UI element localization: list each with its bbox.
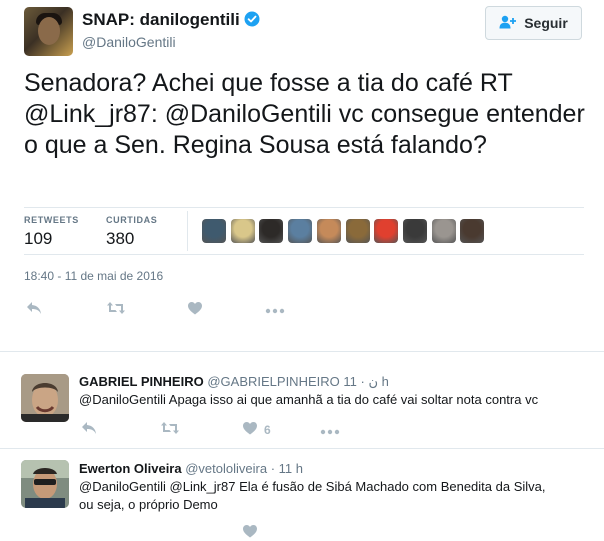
reply-separator: · bbox=[360, 374, 365, 389]
verified-badge-icon bbox=[244, 11, 260, 32]
reply-author-username[interactable]: @GABRIELPINHEIRO bbox=[207, 374, 339, 389]
stats-top-divider bbox=[24, 207, 584, 208]
reply-icon bbox=[26, 301, 42, 318]
liker-avatar[interactable] bbox=[231, 219, 255, 243]
reply-avatar[interactable] bbox=[21, 374, 69, 422]
reply-text-line-1: @DaniloGentili @Link_jr87 Ela é fusão de… bbox=[79, 479, 546, 494]
liker-avatar[interactable] bbox=[432, 219, 456, 243]
reply-separator: · bbox=[270, 461, 276, 476]
liker-avatar[interactable] bbox=[288, 219, 312, 243]
retweet-icon bbox=[160, 421, 180, 438]
reply-time[interactable]: 11 h bbox=[343, 374, 388, 389]
display-name-text: SNAP: danilogentili bbox=[82, 10, 240, 29]
reply-author-symbol: ن bbox=[368, 374, 379, 389]
retweet-button[interactable] bbox=[106, 301, 126, 318]
more-icon bbox=[320, 424, 340, 438]
liker-avatar[interactable] bbox=[259, 219, 283, 243]
reply-like-button[interactable]: 6 bbox=[242, 421, 271, 438]
reply-text: @DaniloGentili Apaga isso ai que amanhã … bbox=[79, 392, 539, 407]
tweet-timestamp[interactable]: 18:40 - 11 de mai de 2016 bbox=[24, 269, 163, 283]
reply-like-button[interactable] bbox=[242, 524, 258, 541]
liker-avatar[interactable] bbox=[346, 219, 370, 243]
liker-avatar[interactable] bbox=[374, 219, 398, 243]
reply-reply-button[interactable] bbox=[81, 421, 97, 438]
author-avatar[interactable] bbox=[24, 7, 73, 56]
reply-divider bbox=[0, 448, 604, 449]
liker-avatar[interactable] bbox=[460, 219, 484, 243]
reply-header: Ewerton Oliveira @vetololiveira · 11 h bbox=[79, 461, 303, 476]
like-icon bbox=[242, 524, 258, 541]
likes-label: CURTIDAS bbox=[106, 215, 158, 225]
reply-avatar[interactable] bbox=[21, 460, 69, 508]
reply-more-button[interactable] bbox=[320, 424, 340, 438]
author-username[interactable]: @DaniloGentili bbox=[82, 34, 176, 50]
reply-time[interactable]: 11 h bbox=[279, 461, 303, 476]
like-icon bbox=[187, 301, 203, 318]
retweets-label: RETWEETS bbox=[24, 215, 79, 225]
reply-button[interactable] bbox=[26, 301, 42, 318]
reply-text-line-2: ou seja, o próprio Demo bbox=[79, 497, 218, 512]
retweet-icon bbox=[106, 301, 126, 318]
reply-header: GABRIEL PINHEIRO @GABRIELPINHEIRO ن · 11… bbox=[79, 374, 389, 390]
author-display-name[interactable]: SNAP: danilogentili bbox=[82, 10, 260, 32]
reply-like-count: 6 bbox=[264, 422, 271, 437]
like-button[interactable] bbox=[187, 301, 203, 318]
add-user-icon bbox=[499, 15, 517, 32]
liker-avatar[interactable] bbox=[317, 219, 341, 243]
retweets-count[interactable]: 109 bbox=[24, 229, 52, 249]
liker-avatar[interactable] bbox=[403, 219, 427, 243]
reply-retweet-button[interactable] bbox=[160, 421, 180, 438]
liker-avatar[interactable] bbox=[202, 219, 226, 243]
like-icon bbox=[242, 421, 258, 438]
reply-author-username[interactable]: @vetololiveira bbox=[185, 461, 267, 476]
follow-button[interactable]: Seguir bbox=[485, 6, 582, 40]
likes-count[interactable]: 380 bbox=[106, 229, 134, 249]
reply-author-name[interactable]: GABRIEL PINHEIRO bbox=[79, 374, 204, 389]
more-icon bbox=[265, 303, 285, 317]
follow-button-label: Seguir bbox=[524, 15, 568, 31]
stats-vertical-divider bbox=[187, 211, 188, 251]
more-button[interactable] bbox=[265, 303, 285, 317]
tweet-text: Senadora? Achei que fosse a tia do café … bbox=[24, 69, 585, 159]
reply-author-name[interactable]: Ewerton Oliveira bbox=[79, 461, 182, 476]
stats-bottom-divider bbox=[24, 254, 584, 255]
reply-icon bbox=[81, 421, 97, 438]
